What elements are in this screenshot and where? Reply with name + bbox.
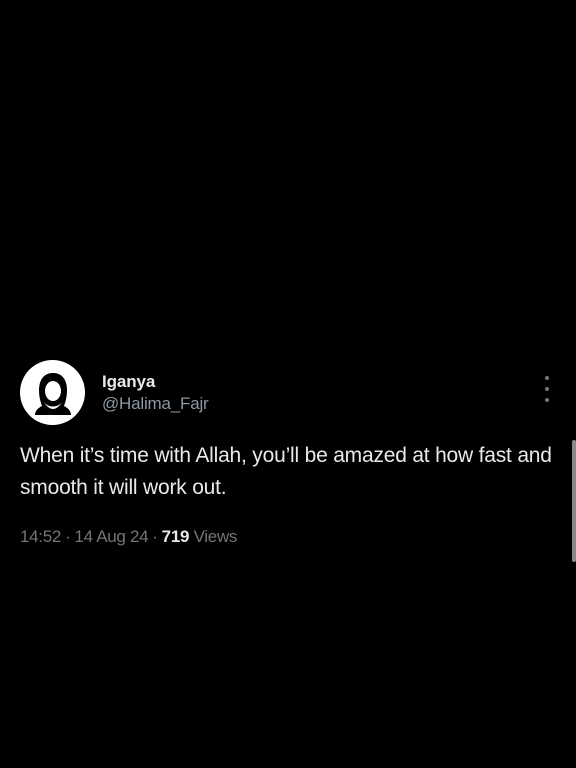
tweet-date[interactable]: 14 Aug 24 [74,527,148,546]
more-options-icon[interactable] [540,376,554,402]
tweet[interactable]: Iganya @Halima_Fajr When it’s time with … [20,360,560,548]
tweet-text: When it’s time with Allah, you’ll be ama… [20,444,552,499]
more-dot [545,398,549,402]
screen: Iganya @Halima_Fajr When it’s time with … [0,0,576,768]
views-label: Views [193,527,238,546]
meta-separator: · [65,527,71,546]
user-names: Iganya @Halima_Fajr [102,372,209,414]
meta-separator: · [152,527,158,546]
display-name[interactable]: Iganya [102,372,209,392]
tweet-meta: 14:52 · 14 Aug 24 · 719 Views [20,526,560,548]
tweet-time[interactable]: 14:52 [20,527,61,546]
tweet-header: Iganya @Halima_Fajr [20,360,560,430]
views-count[interactable]: 719 [162,527,190,546]
more-dot [545,387,549,391]
avatar[interactable] [20,360,85,425]
more-dot [545,376,549,380]
scrollbar[interactable] [572,440,576,562]
user-handle[interactable]: @Halima_Fajr [102,394,209,414]
hijab-woman-avatar-icon [34,372,71,415]
